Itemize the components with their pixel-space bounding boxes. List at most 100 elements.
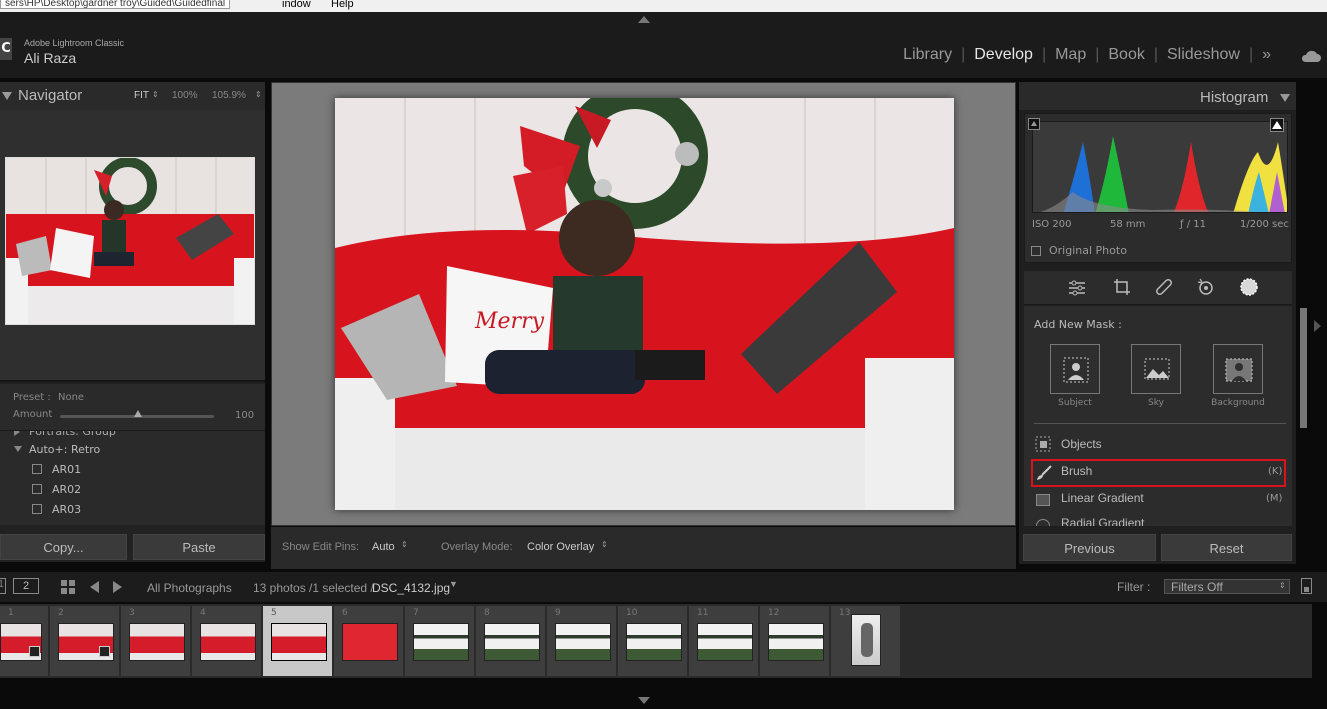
sky-mask-button[interactable] bbox=[1131, 344, 1181, 394]
filmstrip-thumb[interactable]: 4 bbox=[192, 606, 262, 676]
preset-item[interactable]: AR03 bbox=[52, 503, 81, 516]
brush-shortcut: (K) bbox=[1268, 466, 1283, 477]
navigator-title: Navigator bbox=[18, 87, 83, 104]
filename[interactable]: DSC_4132.jpg bbox=[372, 581, 450, 595]
background-mask-button[interactable] bbox=[1213, 344, 1263, 394]
filmstrip-thumb[interactable]: 9 bbox=[547, 606, 617, 676]
top-panel-toggle-icon[interactable] bbox=[638, 16, 650, 23]
reset-button[interactable]: Reset bbox=[1161, 534, 1292, 561]
filter-value: Filters Off bbox=[1171, 580, 1223, 594]
menu-window[interactable]: indow bbox=[282, 0, 311, 10]
filter-lock-icon[interactable] bbox=[1301, 578, 1312, 594]
filmstrip-thumb[interactable]: 13 bbox=[831, 606, 901, 676]
edit-sliders-icon[interactable] bbox=[1068, 279, 1086, 297]
zoom-fit[interactable]: FIT bbox=[134, 90, 149, 101]
right-panel: Histogram ISO 200 58 mm ƒ / 11 1/200 sec… bbox=[1019, 82, 1296, 564]
svg-text:Merry: Merry bbox=[474, 309, 545, 334]
overlay-mode-label: Overlay Mode: bbox=[441, 541, 513, 553]
original-photo-checkbox[interactable] bbox=[1031, 246, 1041, 256]
amount-slider-thumb[interactable] bbox=[134, 410, 142, 417]
copy-button[interactable]: Copy... bbox=[0, 534, 127, 560]
navigator-header[interactable]: Navigator FIT ⇕ 100% 105.9% ⇕ bbox=[0, 82, 265, 110]
preset-group[interactable]: Auto+: Retro bbox=[29, 443, 100, 456]
module-more-icon[interactable]: » bbox=[1262, 46, 1271, 64]
module-picker: Library | Develop | Map | Book | Slideshow | … bbox=[903, 46, 1271, 64]
forward-arrow-icon[interactable] bbox=[112, 580, 124, 594]
module-slideshow[interactable]: Slideshow bbox=[1167, 46, 1240, 64]
paste-button[interactable]: Paste bbox=[133, 534, 265, 560]
navigator-preview[interactable] bbox=[5, 157, 255, 325]
module-book[interactable]: Book bbox=[1108, 46, 1144, 64]
filmstrip-thumb[interactable]: 1 bbox=[0, 606, 49, 676]
preset-item[interactable]: AR01 bbox=[52, 463, 81, 476]
linear-gradient-icon bbox=[1036, 494, 1050, 506]
divider bbox=[1034, 423, 1286, 424]
shadow-clipping-icon[interactable] bbox=[1028, 118, 1040, 130]
brush-mask-item[interactable]: Brush bbox=[1061, 464, 1092, 478]
subject-label: Subject bbox=[1058, 398, 1092, 408]
image-canvas[interactable]: Merry bbox=[271, 82, 1016, 526]
previous-button[interactable]: Previous bbox=[1023, 534, 1156, 561]
red-eye-icon[interactable] bbox=[1197, 278, 1215, 296]
filmstrip-thumb[interactable]: 12 bbox=[760, 606, 830, 676]
module-library[interactable]: Library bbox=[903, 46, 952, 64]
linear-gradient-item[interactable]: Linear Gradient bbox=[1061, 491, 1144, 505]
thumbnail-image bbox=[851, 614, 881, 666]
amount-value: 100 bbox=[235, 410, 255, 421]
masking-icon[interactable] bbox=[1239, 277, 1259, 297]
crop-icon[interactable] bbox=[1113, 278, 1131, 296]
zoom-other[interactable]: 105.9% bbox=[212, 90, 246, 101]
thumbnail-image bbox=[555, 623, 611, 661]
histogram-graph[interactable] bbox=[1032, 121, 1288, 213]
main-photo[interactable]: Merry bbox=[335, 98, 954, 510]
mask-panel: Add New Mask : Subject Sky Background Ob… bbox=[1024, 306, 1292, 526]
navigator-preview-area bbox=[0, 110, 265, 382]
background-label: Background bbox=[1211, 398, 1265, 408]
radial-gradient-item[interactable]: Radial Gradient bbox=[1061, 516, 1144, 526]
bottom-panel-toggle-icon[interactable] bbox=[638, 697, 650, 704]
highlight-clipping-icon[interactable] bbox=[1270, 118, 1284, 132]
overlay-mode-select[interactable]: Color Overlay bbox=[527, 541, 594, 553]
tool-strip bbox=[1024, 271, 1292, 305]
filmstrip-thumb[interactable]: 10 bbox=[618, 606, 688, 676]
right-panel-toggle-icon[interactable] bbox=[1314, 320, 1321, 332]
module-map[interactable]: Map bbox=[1055, 46, 1086, 64]
healing-icon[interactable] bbox=[1155, 278, 1173, 296]
menu-help[interactable]: Help bbox=[331, 0, 354, 10]
linear-shortcut: (M) bbox=[1266, 493, 1283, 504]
filmstrip-thumb[interactable]: 3 bbox=[121, 606, 191, 676]
exif-shutter: 1/200 sec bbox=[1240, 219, 1289, 230]
cloud-sync-icon[interactable] bbox=[1300, 48, 1322, 62]
sky-label: Sky bbox=[1148, 398, 1164, 408]
filename-dropdown-icon[interactable]: ▼ bbox=[449, 579, 458, 589]
subject-mask-button[interactable] bbox=[1050, 344, 1100, 394]
preset-icon bbox=[32, 484, 42, 494]
app-name: Adobe Lightroom Classic bbox=[24, 38, 125, 48]
source-label[interactable]: All Photographs bbox=[147, 581, 232, 595]
filmstrip-thumb-selected[interactable]: 5 bbox=[263, 606, 333, 676]
page-1[interactable]: 1 bbox=[0, 578, 6, 594]
preset-item[interactable]: AR02 bbox=[52, 483, 81, 496]
filmstrip-thumb[interactable]: 11 bbox=[689, 606, 759, 676]
zoom-100[interactable]: 100% bbox=[172, 90, 198, 101]
filter-select[interactable]: Filters Off ⇕ bbox=[1164, 579, 1290, 594]
os-window-bar: sers\HP\Desktop\gardner troy\Guided\Guid… bbox=[0, 0, 1327, 12]
thumbnail-image bbox=[271, 623, 327, 661]
filmstrip-thumb[interactable]: 6 bbox=[334, 606, 404, 676]
edit-pins-select[interactable]: Auto bbox=[372, 541, 395, 553]
filmstrip-thumb[interactable]: 2 bbox=[50, 606, 120, 676]
preset-group-partial[interactable]: Portraits: Group bbox=[29, 431, 116, 438]
right-panel-scrollbar[interactable] bbox=[1300, 308, 1307, 428]
histogram-header[interactable]: Histogram bbox=[1019, 82, 1296, 110]
brush-icon bbox=[1037, 465, 1052, 480]
objects-mask-item[interactable]: Objects bbox=[1061, 437, 1102, 451]
module-develop[interactable]: Develop bbox=[974, 46, 1033, 64]
grid-view-icon[interactable] bbox=[61, 580, 75, 594]
back-arrow-icon[interactable] bbox=[88, 580, 100, 594]
radial-gradient-icon bbox=[1036, 519, 1050, 526]
expand-icon bbox=[14, 446, 22, 452]
filmstrip-thumb[interactable]: 8 bbox=[476, 606, 546, 676]
page-2[interactable]: 2 bbox=[13, 578, 39, 594]
original-photo-label: Original Photo bbox=[1049, 244, 1127, 257]
filmstrip-thumb[interactable]: 7 bbox=[405, 606, 475, 676]
